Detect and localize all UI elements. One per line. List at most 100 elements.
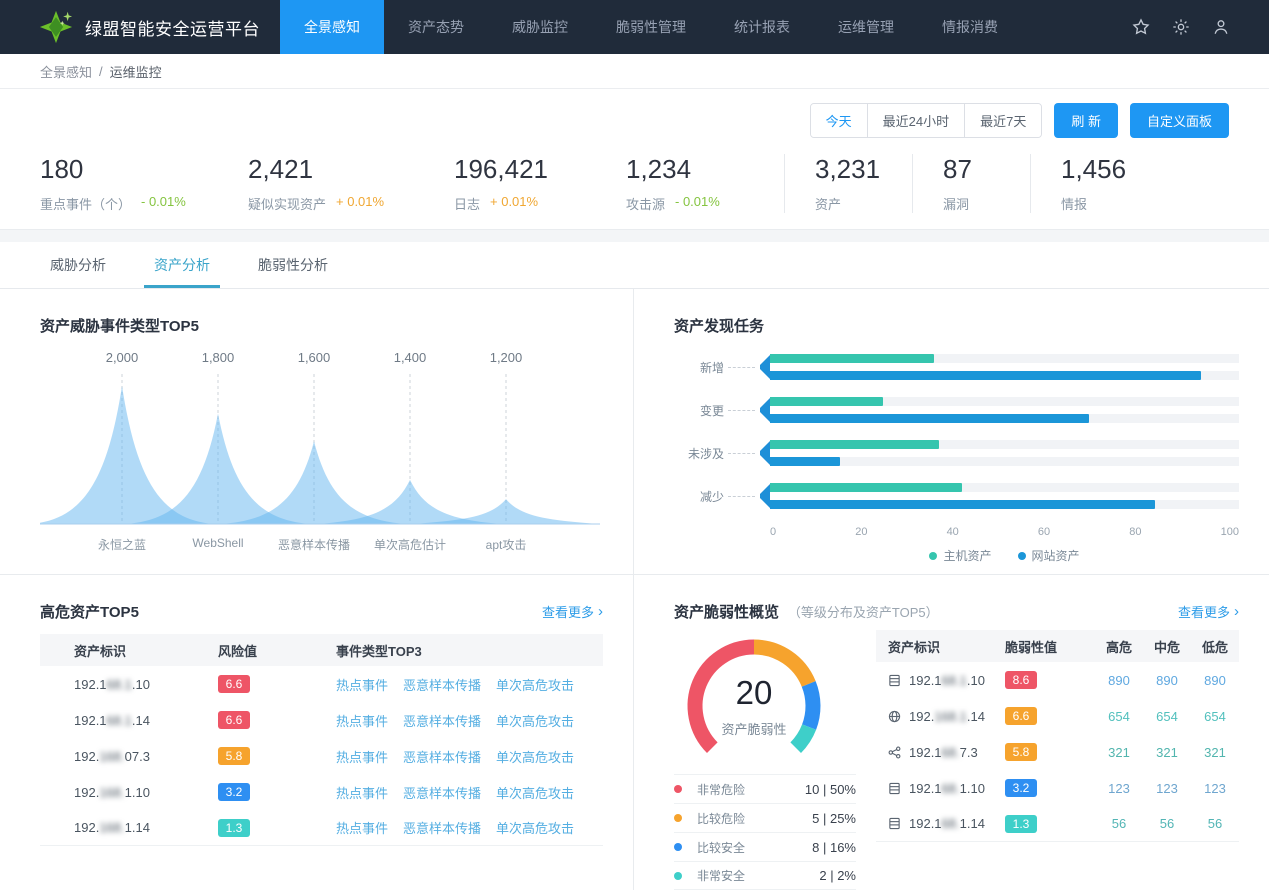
count-link[interactable]: 890 [1108,673,1130,688]
event-type-link[interactable]: 恶意样本传播 [403,711,481,730]
axis-tick-label: 0 [770,526,776,538]
breadcrumb-root[interactable]: 全景感知 [40,62,92,81]
vuln-assets-table: 资产标识 脆弱性值 高危 中危 低危 192.168.1.10 8.6 890 … [876,630,1239,890]
asset-ip: 192.168.1.14 [909,816,985,831]
stat-label: 资产 [815,194,841,213]
event-type-link[interactable]: 热点事件 [336,818,388,837]
view-more-link[interactable]: 查看更多› [1178,602,1239,621]
dashed-connector [728,496,755,497]
refresh-button[interactable]: 刷 新 [1054,103,1118,138]
event-type-link[interactable]: 单次高危攻击 [496,818,574,837]
vuln-badge: 3.2 [1005,779,1037,797]
bar-track [770,371,1239,380]
axis-tick-label: 40 [947,526,959,538]
time-filter-today[interactable]: 今天 [811,104,868,137]
count-link[interactable]: 654 [1108,709,1130,724]
time-filter-7d[interactable]: 最近7天 [965,104,1041,137]
event-type-link[interactable]: 恶意样本传播 [403,783,481,802]
user-profile-icon[interactable] [1211,17,1231,37]
vuln-badge: 6.6 [1005,707,1037,725]
custom-panel-button[interactable]: 自定义面板 [1130,103,1229,138]
axis-tick-label: 60 [1038,526,1050,538]
nav-item-panorama[interactable]: 全景感知 [280,0,384,54]
stat-label: 漏洞 [943,194,969,213]
primary-nav: 全景感知 资产态势 威胁监控 脆弱性管理 统计报表 运维管理 情报消费 [280,0,1121,54]
count-link[interactable]: 654 [1204,709,1226,724]
server-icon [888,817,901,830]
nav-item-threat-monitor[interactable]: 威胁监控 [488,0,592,54]
count-link[interactable]: 321 [1204,745,1226,760]
event-type-link[interactable]: 热点事件 [336,747,388,766]
legend-item[interactable]: 主机资产 [929,547,991,564]
legend-item[interactable]: 网站资产 [1018,547,1080,564]
nav-item-asset-posture[interactable]: 资产态势 [384,0,488,54]
nav-item-vuln-mgmt[interactable]: 脆弱性管理 [592,0,710,54]
bar-category-label: 变更 [674,402,724,419]
bar-category-label: 新增 [674,359,724,376]
event-type-link[interactable]: 热点事件 [336,675,388,694]
bar-track [770,414,1239,423]
asset-ip: 192.168.1.14 [909,709,985,724]
stat-assets: 3,231 资产 [784,154,912,213]
count-link[interactable]: 890 [1156,673,1178,688]
event-type-link[interactable]: 恶意样本传播 [403,818,481,837]
event-type-link[interactable]: 单次高危攻击 [496,783,574,802]
peak-value-label: 1,200 [458,350,554,365]
event-type-link[interactable]: 单次高危攻击 [496,747,574,766]
bar [770,483,962,492]
table-row: 192.168.1.10 3.2 123 123 123 [876,770,1239,806]
count-link[interactable]: 56 [1208,816,1222,831]
stat-label: 攻击源 [626,194,665,213]
count-link[interactable]: 321 [1156,745,1178,760]
count-link[interactable]: 123 [1108,781,1130,796]
nav-item-intel[interactable]: 情报消费 [918,0,1022,54]
legend-dot [674,785,682,793]
count-link[interactable]: 654 [1156,709,1178,724]
bar-category-label: 减少 [674,488,724,505]
peaks-svg [40,370,600,528]
event-type-link[interactable]: 热点事件 [336,783,388,802]
vuln-badge: 1.3 [1005,815,1037,833]
peak-category-labels: 永恒之蓝WebShell恶意样本传播单次高危估计apt攻击 [40,536,603,552]
bar-track [770,354,1239,363]
risk-badge: 6.6 [218,675,250,693]
count-link[interactable]: 56 [1112,816,1126,831]
bar [770,414,1089,423]
nav-item-ops-mgmt[interactable]: 运维管理 [814,0,918,54]
count-link[interactable]: 321 [1108,745,1130,760]
nav-item-reports[interactable]: 统计报表 [710,0,814,54]
event-type-link[interactable]: 热点事件 [336,711,388,730]
dashed-connector [728,453,755,454]
tab-vuln-analysis[interactable]: 脆弱性分析 [248,242,338,288]
event-type-link[interactable]: 恶意样本传播 [403,675,481,694]
bar [770,500,1155,509]
legend-dot [674,814,682,822]
vuln-gauge-panel: 20 资产脆弱性 非常危险 10 | 50% 比较危险 5 | 25% [674,628,876,890]
asset-ip: 192.168.1.14 [40,820,218,835]
table-row: 192.168.1.14 6.6 654 654 654 [876,698,1239,734]
count-link[interactable]: 123 [1204,781,1226,796]
gauge-svg [674,630,834,772]
event-type-link[interactable]: 恶意样本传播 [403,747,481,766]
peak-value-labels: 2,0001,8001,6001,4001,200 [40,350,603,370]
table-header: 资产标识 脆弱性值 高危 中危 低危 [876,630,1239,662]
stat-suspected-assets: 2,421 疑似实现资产+ 0.01% [248,154,454,213]
favorite-star-icon[interactable] [1131,17,1151,37]
time-filter-24h[interactable]: 最近24小时 [868,104,965,137]
tab-threat-analysis[interactable]: 威胁分析 [40,242,116,288]
event-type-link[interactable]: 单次高危攻击 [496,711,574,730]
event-type-link[interactable]: 单次高危攻击 [496,675,574,694]
brand[interactable]: 绿盟智能安全运营平台 [38,0,260,54]
brand-logo-icon [38,10,74,44]
network-icon [888,746,901,759]
bar-group: 新增 [674,354,1239,380]
legend-dot [674,872,682,880]
count-link[interactable]: 123 [1156,781,1178,796]
asset-ip: 192.168.1.10 [909,781,985,796]
view-more-link[interactable]: 查看更多› [542,602,603,621]
tab-asset-analysis[interactable]: 资产分析 [144,242,220,288]
table-row: 192.168.1.10 8.6 890 890 890 [876,662,1239,698]
count-link[interactable]: 890 [1204,673,1226,688]
settings-gear-icon[interactable] [1171,17,1191,37]
count-link[interactable]: 56 [1160,816,1174,831]
